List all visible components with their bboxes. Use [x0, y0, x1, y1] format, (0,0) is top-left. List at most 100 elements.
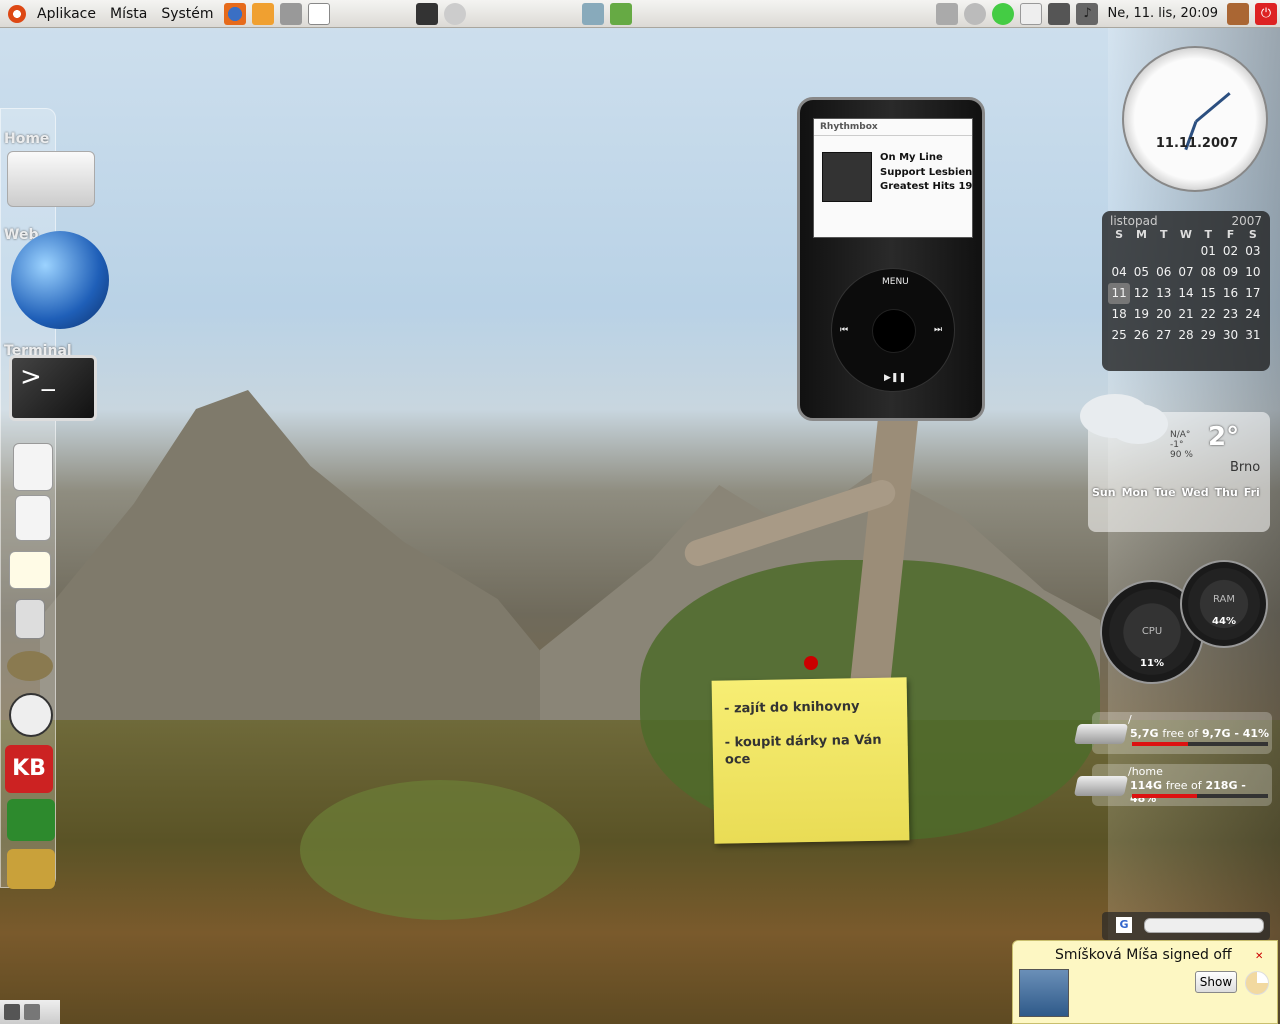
km-app-icon[interactable]: KB — [5, 745, 53, 793]
calendar-day[interactable]: 17 — [1242, 283, 1264, 304]
calendar-day[interactable]: 20 — [1153, 304, 1175, 325]
calendar-weekday: W — [1179, 228, 1193, 241]
ram-gauge: RAM 44% — [1180, 560, 1268, 648]
dictionary-book-icon[interactable] — [7, 799, 55, 841]
terminal-app-icon[interactable]: >_ — [9, 355, 97, 421]
ipod-click-wheel[interactable]: MENU ⏮ ⏭ ▶❚❚ — [831, 268, 955, 392]
ipod-track-title: On My Line — [880, 152, 943, 163]
clock-date: 11.11.2007 — [1155, 136, 1239, 151]
calendar-day[interactable]: 06 — [1153, 262, 1175, 283]
calendar-day[interactable]: 30 — [1219, 325, 1241, 346]
web-browser-icon[interactable] — [11, 231, 109, 329]
disk-icon[interactable] — [443, 2, 466, 25]
top-panel: Aplikace Místa Systém ♪ Ne, 11. lis, 20:… — [0, 0, 1280, 28]
calendar-day[interactable]: 21 — [1175, 304, 1197, 325]
calendar-day[interactable]: 08 — [1197, 262, 1219, 283]
calendar-day[interactable]: 11 — [1108, 283, 1131, 304]
monitor-icon[interactable] — [581, 2, 604, 25]
firefox-icon[interactable] — [223, 2, 246, 25]
calendar-day[interactable]: 26 — [1130, 325, 1152, 346]
weather-city: Brno — [1230, 460, 1261, 475]
disk-widget-home: /home 114G free of 218G - 48% — [1073, 764, 1272, 806]
calendar-day[interactable]: 09 — [1219, 262, 1241, 283]
ipod-center-button[interactable] — [872, 309, 916, 353]
show-desktop-icon[interactable] — [4, 1004, 20, 1020]
calendar-day[interactable]: 10 — [1242, 262, 1264, 283]
calendar-day[interactable]: 04 — [1108, 262, 1130, 283]
calendar-day[interactable]: 23 — [1219, 304, 1241, 325]
calendar-day[interactable]: 25 — [1108, 325, 1130, 346]
panel-clock[interactable]: Ne, 11. lis, 20:09 — [1107, 6, 1218, 21]
calendar-day[interactable]: 01 — [1197, 241, 1219, 262]
menu-system[interactable]: Systém — [154, 0, 220, 28]
disk-used: 5,7G — [1130, 727, 1159, 740]
terminal-icon[interactable] — [415, 2, 438, 25]
settings-icon[interactable] — [279, 2, 302, 25]
power-icon[interactable]: ⏻ — [1255, 2, 1277, 25]
wallpaper-bush — [300, 780, 580, 920]
tray-status-icon[interactable] — [964, 2, 987, 25]
calendar-day[interactable]: 16 — [1219, 283, 1241, 304]
gimp-icon[interactable] — [7, 651, 53, 681]
im-notification: Smíšková Míša signed off ✕ Show — [1012, 940, 1278, 1024]
calendar-day[interactable]: 19 — [1130, 304, 1152, 325]
calendar-day[interactable]: 14 — [1175, 283, 1197, 304]
impress-presentation-icon[interactable] — [15, 495, 51, 541]
network-tray-icon[interactable] — [1048, 2, 1071, 25]
network-icon[interactable] — [609, 2, 632, 25]
home-folder-icon[interactable] — [7, 151, 95, 207]
ubuntu-logo-icon[interactable] — [8, 4, 26, 23]
ipod-next-button[interactable]: ⏭ — [934, 325, 942, 335]
google-search-widget: G — [1102, 912, 1270, 940]
disk-usage-bar — [1132, 742, 1268, 746]
calendar-day[interactable]: 24 — [1242, 304, 1264, 325]
switch-user-icon[interactable] — [1227, 2, 1249, 25]
calendar-day[interactable]: 31 — [1242, 325, 1264, 346]
folder-icon[interactable] — [251, 2, 274, 25]
cpu-gauge-value: 11% — [1140, 658, 1164, 669]
text-editor-icon[interactable] — [307, 2, 330, 25]
pushpin-icon — [804, 656, 818, 670]
tray-app-icon[interactable] — [936, 2, 959, 25]
notification-close-icon[interactable]: ✕ — [1255, 951, 1263, 962]
menu-applications[interactable]: Aplikace — [30, 0, 103, 28]
sticky-note[interactable]: - zajít do knihovny - koupit dárky na Vá… — [711, 677, 910, 844]
ipod-play-pause-button[interactable]: ▶❚❚ — [884, 373, 906, 383]
ipod-prev-button[interactable]: ⏮ — [840, 325, 848, 335]
calendar-day[interactable]: 22 — [1197, 304, 1219, 325]
calendar-day[interactable]: 07 — [1175, 262, 1197, 283]
mail-icon[interactable] — [1020, 2, 1043, 25]
calendar-day[interactable]: 15 — [1197, 283, 1219, 304]
volume-icon[interactable]: ♪ — [1076, 2, 1099, 25]
calendar-day[interactable]: 28 — [1175, 325, 1197, 346]
notification-show-button[interactable]: Show — [1195, 971, 1237, 993]
calendar-day[interactable]: 05 — [1130, 262, 1152, 283]
disk-usage-fill — [1132, 742, 1188, 746]
dock-label-home: Home — [4, 131, 50, 147]
camera-icon[interactable] — [9, 693, 53, 737]
calendar-day[interactable]: 03 — [1242, 241, 1264, 262]
messenger-status-icon[interactable] — [992, 2, 1015, 25]
calendar-day[interactable]: 13 — [1153, 283, 1175, 304]
google-search-input[interactable] — [1144, 918, 1264, 933]
writer-document-icon[interactable] — [13, 443, 53, 491]
text-editor-app-icon[interactable] — [9, 551, 51, 589]
calendar-day[interactable]: 27 — [1153, 325, 1175, 346]
forecast-day: Wed — [1181, 486, 1209, 499]
calendar-weekday: S — [1248, 228, 1257, 241]
menu-places[interactable]: Místa — [103, 0, 154, 28]
calendar-day[interactable]: 29 — [1197, 325, 1219, 346]
ipod-menu-button[interactable]: MENU — [882, 277, 909, 287]
calendar-day[interactable]: 18 — [1108, 304, 1130, 325]
ram-gauge-value: 44% — [1212, 616, 1236, 627]
disk-mount: / — [1128, 713, 1132, 726]
ipod-music-widget[interactable]: Rhythmbox On My Line Support Lesbiens Gr… — [797, 97, 985, 421]
notification-title: Smíšková Míša signed off — [1055, 947, 1232, 963]
ebook-icon[interactable] — [7, 849, 55, 889]
audio-player-icon[interactable] — [15, 599, 45, 639]
bottom-panel — [0, 1000, 60, 1024]
calendar-weekday: T — [1204, 228, 1213, 241]
calendar-day[interactable]: 12 — [1130, 283, 1152, 304]
window-list-icon[interactable] — [24, 1004, 40, 1020]
calendar-day[interactable]: 02 — [1219, 241, 1241, 262]
